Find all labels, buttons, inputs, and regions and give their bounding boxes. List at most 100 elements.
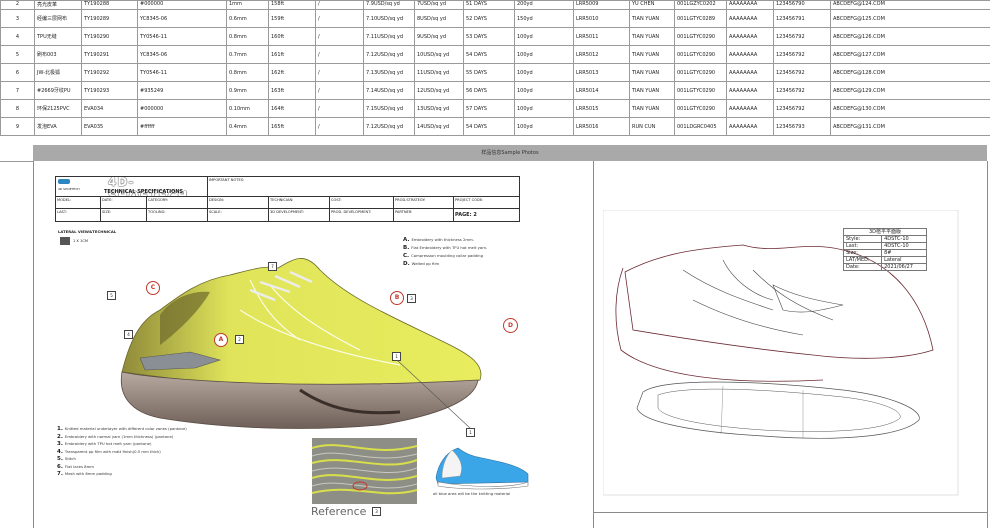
table-row: 9 发泡EVA EVA035 #ffffff 0.4mm 165ft/7.12USD/sq… <box>0 117 990 136</box>
pattern-info-value: 4DSTC-10 <box>881 242 927 250</box>
cell-name: 亮光皮革 <box>34 0 82 10</box>
cell-phone: 001LGTYC0290 <box>674 27 727 46</box>
cell-sep: / <box>315 81 364 100</box>
table-row: 7 #2669牙纹PU TY190293 #935249 0.9mm 163ft/7.14… <box>0 81 990 100</box>
lateral-title: LATERAL VIEW&TECHNICAL <box>58 229 117 234</box>
logo-text: 4D SHOETECH <box>58 187 80 191</box>
cell-thick: 0.6mm <box>226 9 269 28</box>
reference-number: 3 <box>372 507 381 516</box>
cell-ref: LRR5013 <box>573 63 630 82</box>
cell-price2: 11USD/sq yd <box>414 63 464 82</box>
cell-contact: TIAN YUAN <box>629 81 675 100</box>
cell-sep: / <box>315 99 364 118</box>
cell-phone: 001LDGRC0405 <box>674 117 727 136</box>
pattern-info-row: Style: 4DSTC-10 <box>842 235 927 243</box>
category-cell: CATEGORY: <box>147 197 208 209</box>
cell-sep: / <box>315 9 364 28</box>
note-text: Knitted material underlayer with differe… <box>64 426 187 431</box>
prod-dev-cell: PROD. DEVELOPMENT: <box>330 209 394 221</box>
table-row: 4 TPU无缝 TY190290 TY0546-11 0.8mm 160ft/7.11US… <box>0 27 990 46</box>
cell-tel: 123456790 <box>773 0 831 10</box>
cell-width: 165ft <box>268 117 316 136</box>
cell-moq: 100yd <box>514 27 574 46</box>
abcd-key: C. <box>403 253 410 259</box>
pattern-info-label: LAT/MED: <box>842 256 883 264</box>
table-row: 2 亮光皮革 TY190288 #000000 1mm 158ft/7.9USD/sq y… <box>0 0 990 10</box>
cell-name: 刷布003 <box>34 45 82 64</box>
note-text: Flat laces 8mm <box>64 463 94 469</box>
cell-tel: 123456793 <box>773 117 831 136</box>
prod-strategy-cell: PROD.STRATEGY: <box>394 197 454 209</box>
cell-thick: 0.9mm <box>226 81 269 100</box>
pattern-info-title: 3D楦平平面版 <box>843 228 927 236</box>
cell-phone: 001LGTYC0290 <box>674 63 727 82</box>
cell-thick: 1mm <box>226 0 269 10</box>
pattern-info-row: Last: 4DSTC-10 <box>842 242 927 250</box>
table-row: 8 环保2125PVC EVA034 #000000 0.10mm 164ft/7.15U… <box>0 99 990 118</box>
pattern-info-table: 3D楦平平面版 Style: 4DSTC-10 Last: 4DSTC-10 Size: 8… <box>842 228 927 271</box>
cell-phone: 001LGTYC0290 <box>674 45 727 64</box>
cell-moq: 150yd <box>514 9 574 28</box>
scale-swatch <box>60 237 70 245</box>
cell-price2: 8USD/sq yd <box>414 9 464 28</box>
materials-table: 2 亮光皮革 TY190288 #000000 1mm 158ft/7.9USD/sq y… <box>0 0 990 136</box>
pattern-info-label: Style: <box>842 235 883 243</box>
dev3d-cell: 3D DEVELOPMENT: <box>269 209 330 221</box>
cell-lead: 54 DAYS <box>463 45 515 64</box>
cost-cell: COST: <box>330 197 394 209</box>
cell-sep: / <box>315 45 364 64</box>
frame-right-line <box>987 161 988 528</box>
cell-color: TY0546-11 <box>137 27 227 46</box>
note-text: Embroidery with normal yarn (1mm thickne… <box>64 433 174 439</box>
cell-color: TY0546-11 <box>137 63 227 82</box>
cell-code: TY190291 <box>81 45 138 64</box>
abcd-text: Flat Embroidery with TFU hot melt yarn. <box>411 245 488 250</box>
cell-name: 发泡EVA <box>34 117 82 136</box>
cell-tel: 123456792 <box>773 81 831 100</box>
cell-pass: AAAAAAAA <box>726 0 774 10</box>
abcd-item: D. Welted pp film <box>403 261 513 267</box>
marker-4: 4 <box>124 330 133 339</box>
abcd-text: Compression moulding collar padding <box>411 253 483 258</box>
cell-price: 7.9USD/sq yd <box>363 0 415 10</box>
cell-price: 7.15USD/sq yd <box>363 99 415 118</box>
cell-name: JW-北极狐 <box>34 63 82 82</box>
cell-code: TY190289 <box>81 9 138 28</box>
cell-color: #ffffff <box>137 117 227 136</box>
cell-width: 159ft <box>268 9 316 28</box>
scale-cell: SCALE: <box>208 209 269 221</box>
cell-thick: 0.7mm <box>226 45 269 64</box>
cell-pass: AAAAAAAA <box>726 81 774 100</box>
blue-shoe-caption: all blue area will be the knitting mater… <box>433 491 511 496</box>
cell-ref: LRR5012 <box>573 45 630 64</box>
cell-ref: LRR5011 <box>573 27 630 46</box>
spec-title: TECHNICAL SPECIFICATIONS <box>104 189 184 195</box>
last-cell: LAST: <box>56 209 101 221</box>
banner-spacer <box>0 145 33 162</box>
cell-color: #000000 <box>137 99 227 118</box>
cell-thick: 0.10mm <box>226 99 269 118</box>
cell-lead: 57 DAYS <box>463 99 515 118</box>
cell-ref: LRR5016 <box>573 117 630 136</box>
cell-thick: 0.8mm <box>226 63 269 82</box>
cell-width: 162ft <box>268 63 316 82</box>
cell-color: YC8345-06 <box>137 9 227 28</box>
note-key: 3. <box>57 441 63 447</box>
cell-price: 7.11USD/sq yd <box>363 27 415 46</box>
pattern-info-value: 8# <box>881 249 927 257</box>
pattern-info-row: Date: 2021/06/27 <box>842 263 927 271</box>
cell-lead: 53 DAYS <box>463 27 515 46</box>
cell-name: 经编三层网布 <box>34 9 82 28</box>
cell-pass: AAAAAAAA <box>726 117 774 136</box>
pattern-info-title-row: 3D楦平平面版 <box>843 228 927 236</box>
cell-moq: 100yd <box>514 81 574 100</box>
cell-price2: 13USD/sq yd <box>414 99 464 118</box>
pattern-info-label: Last: <box>842 242 883 250</box>
leader-line <box>396 359 471 429</box>
cell-sep: / <box>315 27 364 46</box>
table-row: 3 经编三层网布 TY190289 YC8345-06 0.6mm 159ft/7.10U… <box>0 9 990 28</box>
cell-color: #935249 <box>137 81 227 100</box>
partner-cell: PARTNER: <box>394 209 454 221</box>
marker-2: 2 <box>235 335 244 344</box>
cell-lead: 54 DAYS <box>463 117 515 136</box>
